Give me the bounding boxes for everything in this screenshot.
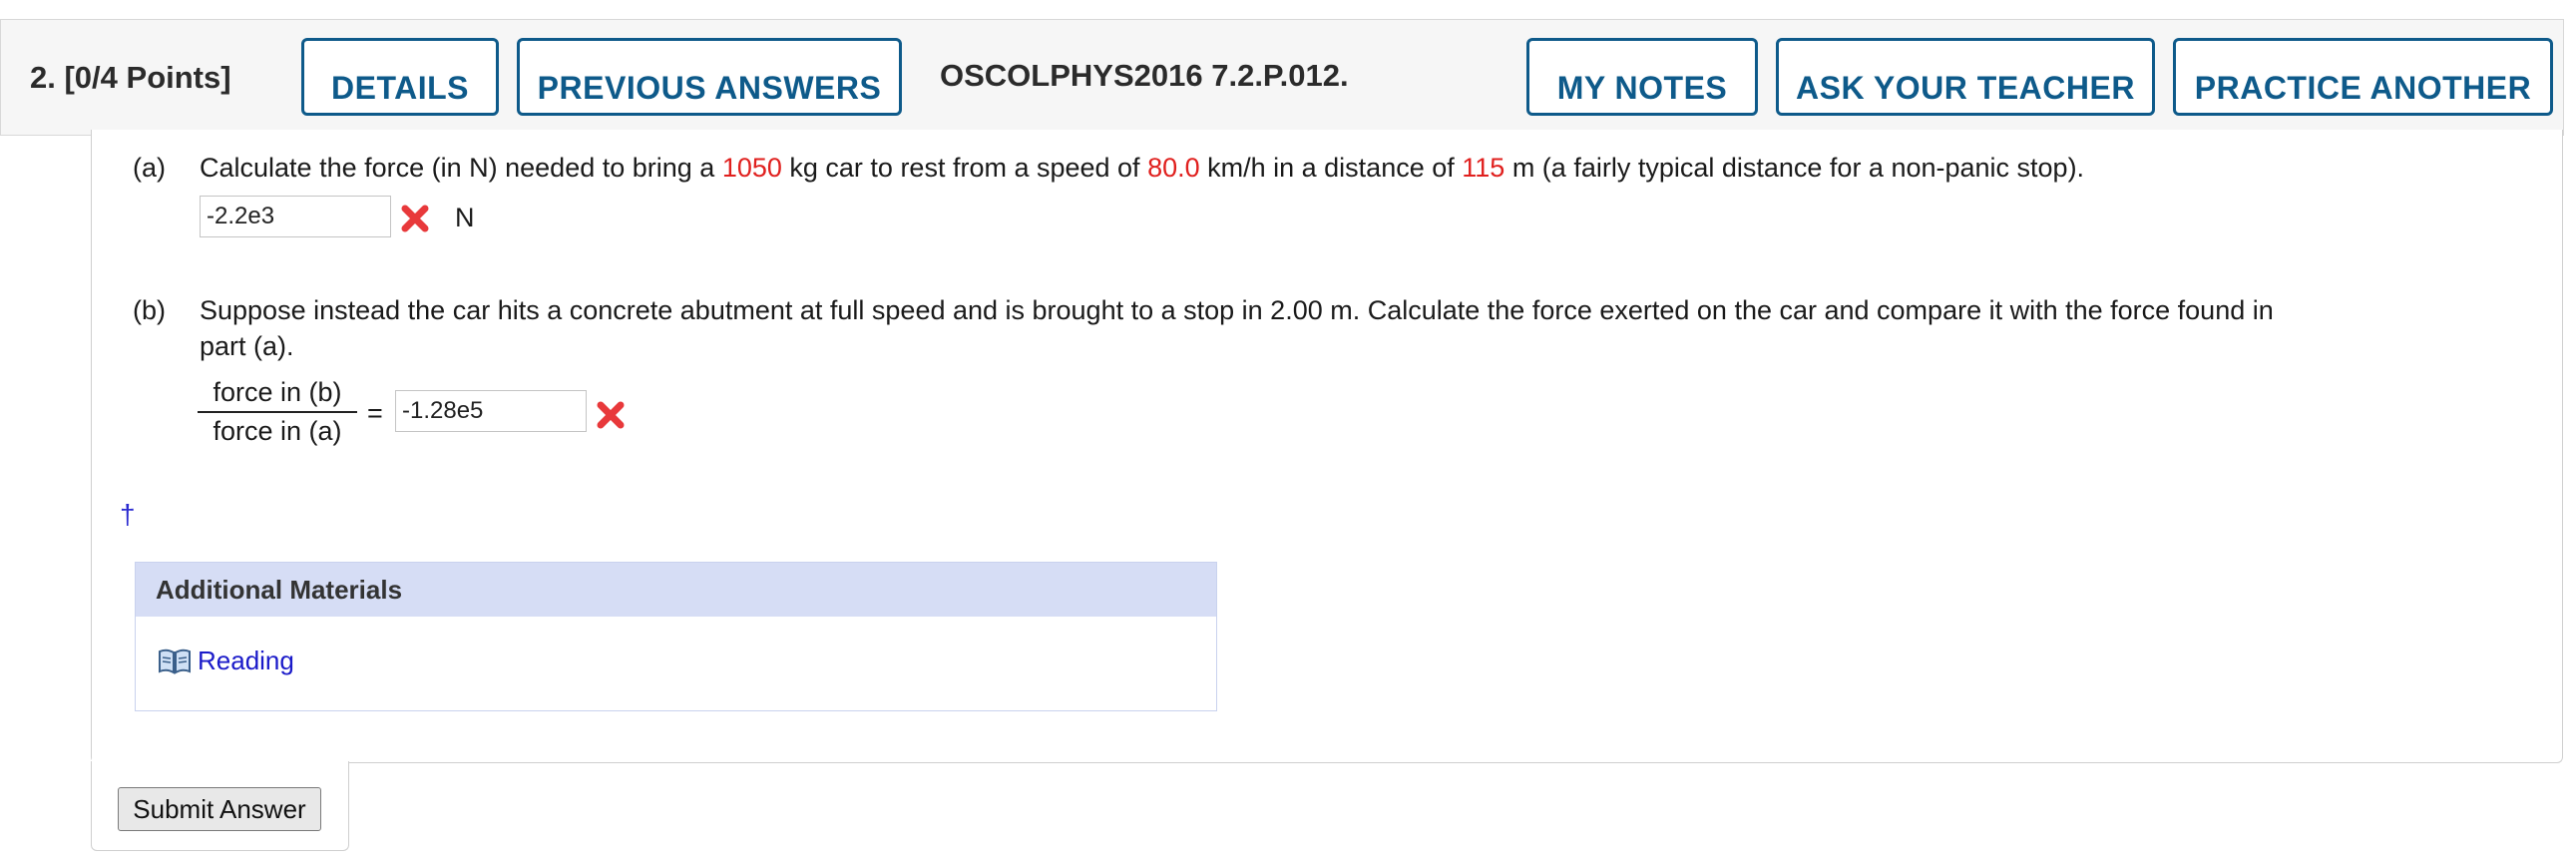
footnote-dagger: †: [120, 499, 136, 530]
submit-answer-button[interactable]: Submit Answer: [118, 787, 321, 831]
reading-link-row[interactable]: Reading: [158, 646, 294, 676]
fraction-denominator: force in (a): [213, 416, 342, 446]
my-notes-button[interactable]: MY NOTES: [1526, 38, 1758, 116]
part-a-text-2: kg car to rest from a speed of: [781, 153, 1148, 183]
ask-your-teacher-button[interactable]: ASK YOUR TEACHER: [1776, 38, 2155, 116]
part-a-unit: N: [455, 203, 475, 232]
question-points: [0/4 Points]: [64, 60, 231, 95]
part-a-question: Calculate the force (in N) needed to bri…: [200, 150, 2084, 187]
question-title: 2. [0/4 Points]: [30, 60, 231, 96]
equals-sign: =: [367, 398, 383, 428]
additional-materials-box: Additional Materials Reading: [135, 562, 1217, 711]
reading-link[interactable]: Reading: [198, 646, 294, 676]
previous-answers-button[interactable]: PREVIOUS ANSWERS: [517, 38, 902, 116]
part-a-distance: 115: [1462, 153, 1505, 183]
incorrect-x-icon: [597, 401, 625, 429]
part-b-question-line1: Suppose instead the car hits a concrete …: [200, 295, 2274, 325]
part-a-speed: 80.0: [1147, 153, 1200, 183]
part-b-label: (b): [133, 295, 166, 325]
practice-another-button[interactable]: PRACTICE ANOTHER: [2173, 38, 2553, 116]
part-a-mass: 1050: [721, 153, 782, 183]
incorrect-x-icon: [401, 205, 429, 232]
part-b-question-line2: part (a).: [200, 331, 294, 361]
part-a-text-1: Calculate the force (in N) needed to bri…: [200, 153, 722, 183]
part-a-label: (a): [133, 153, 166, 183]
book-icon: [159, 649, 191, 674]
part-a-text-3: km/h in a distance of: [1199, 153, 1463, 183]
force-ratio-fraction: force in (b) force in (a): [198, 375, 357, 449]
part-a-text-4: m (a fairly typical distance for a non-p…: [1504, 153, 2085, 183]
additional-materials-title: Additional Materials: [136, 563, 1216, 617]
part-a-answer-input[interactable]: [200, 196, 391, 237]
details-button[interactable]: DETAILS: [301, 38, 499, 116]
problem-code: OSCOLPHYS2016 7.2.P.012.: [940, 58, 1349, 93]
question-number: 2.: [30, 60, 56, 95]
tab-connector: [92, 758, 347, 764]
part-b-answer-input[interactable]: [395, 390, 587, 432]
fraction-numerator: force in (b): [198, 375, 357, 413]
